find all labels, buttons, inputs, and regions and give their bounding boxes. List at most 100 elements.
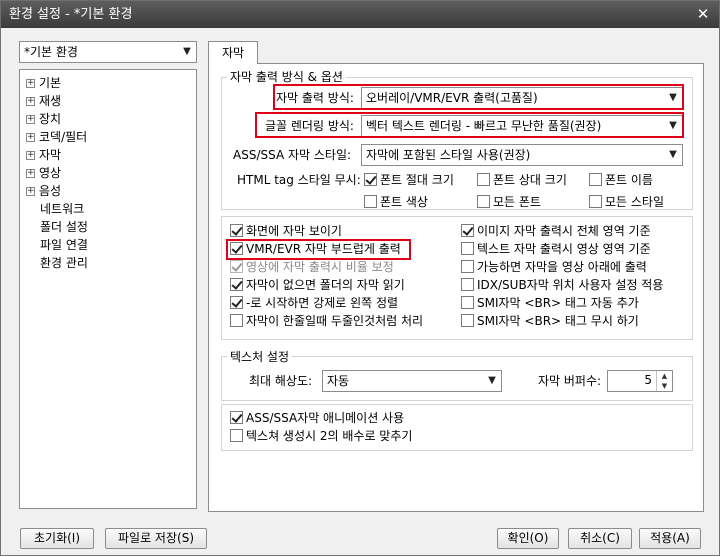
checkbox-option[interactable]: -로 시작하면 강제로 왼쪽 정렬: [230, 295, 398, 311]
checkbox-option[interactable]: 폰트 이름: [589, 172, 653, 188]
preset-value: *기본 환경: [24, 45, 78, 59]
checkbox-label: 이미지 자막 출력시 전체 영역 기준: [477, 224, 651, 238]
checkbox-option[interactable]: 화면에 자막 보이기: [230, 223, 342, 239]
tree-item-label: 폴더 설정: [40, 220, 88, 234]
tree-item-label: 장치: [39, 112, 62, 126]
checkbox-option[interactable]: SMI자막 <BR> 태그 무시 하기: [461, 313, 639, 329]
checkbox-label: 폰트 이름: [605, 173, 653, 187]
buffer-stepper[interactable]: 5 ▲ ▼: [607, 370, 673, 392]
checkbox-option[interactable]: 텍스쳐 생성시 2의 배수로 맞추기: [230, 428, 412, 444]
tree-item-label: 재생: [39, 94, 62, 108]
tree-item-label: 자막: [39, 148, 62, 162]
checkbox-unchecked-icon[interactable]: [230, 314, 243, 327]
tab-subtitle[interactable]: 자막: [208, 41, 258, 64]
chevron-down-icon: ▼: [669, 149, 677, 160]
close-icon[interactable]: ✕: [693, 5, 713, 23]
html-ignore-label: HTML tag 스타일 무시:: [237, 173, 361, 187]
expand-plus-icon[interactable]: +: [26, 151, 35, 160]
expand-plus-icon[interactable]: +: [26, 169, 35, 178]
tree-item[interactable]: + 기본: [26, 74, 61, 92]
apply-button[interactable]: 적용(A): [639, 528, 701, 549]
ok-button[interactable]: 확인(O): [497, 528, 559, 549]
checkbox-checked-icon[interactable]: [230, 278, 243, 291]
checkbox-checked-icon[interactable]: [230, 411, 243, 424]
checkbox-checked-icon[interactable]: [461, 224, 474, 237]
checkbox-option[interactable]: 폰트 절대 크기: [364, 172, 454, 188]
preset-select[interactable]: *기본 환경 ▼: [19, 41, 197, 63]
ass-style-label: ASS/SSA 자막 스타일:: [233, 148, 352, 162]
checkbox-option[interactable]: 이미지 자막 출력시 전체 영역 기준: [461, 223, 651, 239]
stepper-buttons[interactable]: ▲ ▼: [656, 371, 672, 391]
checkbox-option[interactable]: 자막이 없으면 폴더의 자막 읽기: [230, 277, 405, 293]
checkbox-label: 폰트 상대 크기: [493, 173, 567, 187]
checkbox-option[interactable]: SMI자막 <BR> 태그 자동 추가: [461, 295, 639, 311]
checkbox-unchecked-icon[interactable]: [477, 173, 490, 186]
checkbox-unchecked-icon[interactable]: [589, 173, 602, 186]
tree-item[interactable]: + 코덱/필터: [26, 128, 87, 146]
checkbox-checked-icon[interactable]: [230, 242, 243, 255]
checkbox-unchecked-icon[interactable]: [589, 195, 602, 208]
checkbox-label: 텍스트 자막 출력시 영상 영역 기준: [477, 242, 651, 256]
checkbox-unchecked-icon[interactable]: [477, 195, 490, 208]
checkbox-label: SMI자막 <BR> 태그 무시 하기: [477, 314, 639, 328]
tree-item[interactable]: 환경 관리: [40, 254, 88, 272]
checkbox-option[interactable]: 모든 스타일: [589, 194, 664, 210]
checkbox-checked-icon[interactable]: [230, 296, 243, 309]
tree-item[interactable]: + 영상: [26, 164, 61, 182]
checkbox-unchecked-icon[interactable]: [461, 260, 474, 273]
expand-plus-icon[interactable]: +: [26, 133, 35, 142]
checkbox-unchecked-icon[interactable]: [461, 314, 474, 327]
tree-item-label: 네트워크: [40, 202, 85, 216]
tree-item[interactable]: + 재생: [26, 92, 61, 110]
expand-plus-icon[interactable]: +: [26, 97, 35, 106]
tree-item[interactable]: 네트워크: [40, 200, 84, 218]
checkbox-checked-icon[interactable]: [364, 173, 377, 186]
checkbox-option[interactable]: 모든 폰트: [477, 194, 541, 210]
max-res-label: 최대 해상도:: [249, 374, 313, 388]
checkbox-option[interactable]: 가능하면 자막을 영상 아래에 출력: [461, 259, 647, 275]
save-to-file-button[interactable]: 파일로 저장(S): [105, 528, 207, 549]
tree-item-label: 음성: [39, 184, 62, 198]
max-res-select[interactable]: 자동 ▼: [322, 370, 502, 392]
checkbox-unchecked-icon[interactable]: [461, 278, 474, 291]
expand-plus-icon[interactable]: +: [26, 187, 35, 196]
tree-item[interactable]: 파일 연결: [40, 236, 88, 254]
checkbox-option[interactable]: 텍스트 자막 출력시 영상 영역 기준: [461, 241, 651, 257]
tree-item[interactable]: 폴더 설정: [40, 218, 88, 236]
settings-window: 환경 설정 - *기본 환경 ✕ *기본 환경 ▼ + 기본 + 재생 + 장치 + 코덱/필…: [0, 0, 720, 556]
checkbox-option[interactable]: 폰트 색상: [364, 194, 428, 210]
checkbox-option[interactable]: IDX/SUB자막 위치 사용자 설정 적용: [461, 277, 663, 293]
chevron-up-icon[interactable]: ▲: [657, 371, 672, 381]
tree-item-label: 코덱/필터: [39, 130, 88, 144]
expand-plus-icon[interactable]: +: [26, 79, 35, 88]
highlight-font-render: [255, 112, 684, 138]
checkbox-label: IDX/SUB자막 위치 사용자 설정 적용: [477, 278, 664, 292]
checkbox-option[interactable]: ASS/SSA자막 애니메이션 사용: [230, 410, 404, 426]
max-res-value: 자동: [327, 374, 350, 388]
expand-plus-icon[interactable]: +: [26, 115, 35, 124]
checkbox-option[interactable]: VMR/EVR 자막 부드럽게 출력: [230, 241, 401, 257]
checkbox-label: 가능하면 자막을 영상 아래에 출력: [477, 260, 647, 274]
checkbox-label: ASS/SSA자막 애니메이션 사용: [246, 411, 405, 425]
tree-item[interactable]: + 장치: [26, 110, 61, 128]
chevron-down-icon: ▼: [183, 46, 191, 57]
chevron-down-icon: ▼: [488, 375, 496, 386]
checkbox-unchecked-icon[interactable]: [461, 242, 474, 255]
checkbox-option[interactable]: 폰트 상대 크기: [477, 172, 567, 188]
chevron-down-icon[interactable]: ▼: [657, 381, 672, 391]
window-title: 환경 설정 - *기본 환경: [9, 7, 133, 22]
checkbox-option[interactable]: 자막이 한줄일때 두줄인것처럼 처리: [230, 313, 423, 329]
checkbox-label: SMI자막 <BR> 태그 자동 추가: [477, 296, 639, 310]
reset-button[interactable]: 초기화(I): [20, 528, 94, 549]
tree-item[interactable]: + 자막: [26, 146, 61, 164]
checkbox-unchecked-icon[interactable]: [461, 296, 474, 309]
checkbox-unchecked-icon[interactable]: [230, 429, 243, 442]
tree-item[interactable]: + 음성: [26, 182, 61, 200]
checkbox-checked-icon[interactable]: [230, 224, 243, 237]
tree-item-label: 영상: [39, 166, 62, 180]
checkbox-unchecked-icon[interactable]: [364, 195, 377, 208]
checkbox-label: VMR/EVR 자막 부드럽게 출력: [246, 242, 401, 256]
tab-panel: 자막 출력 방식 & 옵션 자막 출력 방식: 오버레이/VMR/EVR 출력(…: [208, 63, 704, 512]
ass-style-select[interactable]: 자막에 포함된 스타일 사용(권장) ▼: [361, 144, 683, 166]
cancel-button[interactable]: 취소(C): [568, 528, 632, 549]
